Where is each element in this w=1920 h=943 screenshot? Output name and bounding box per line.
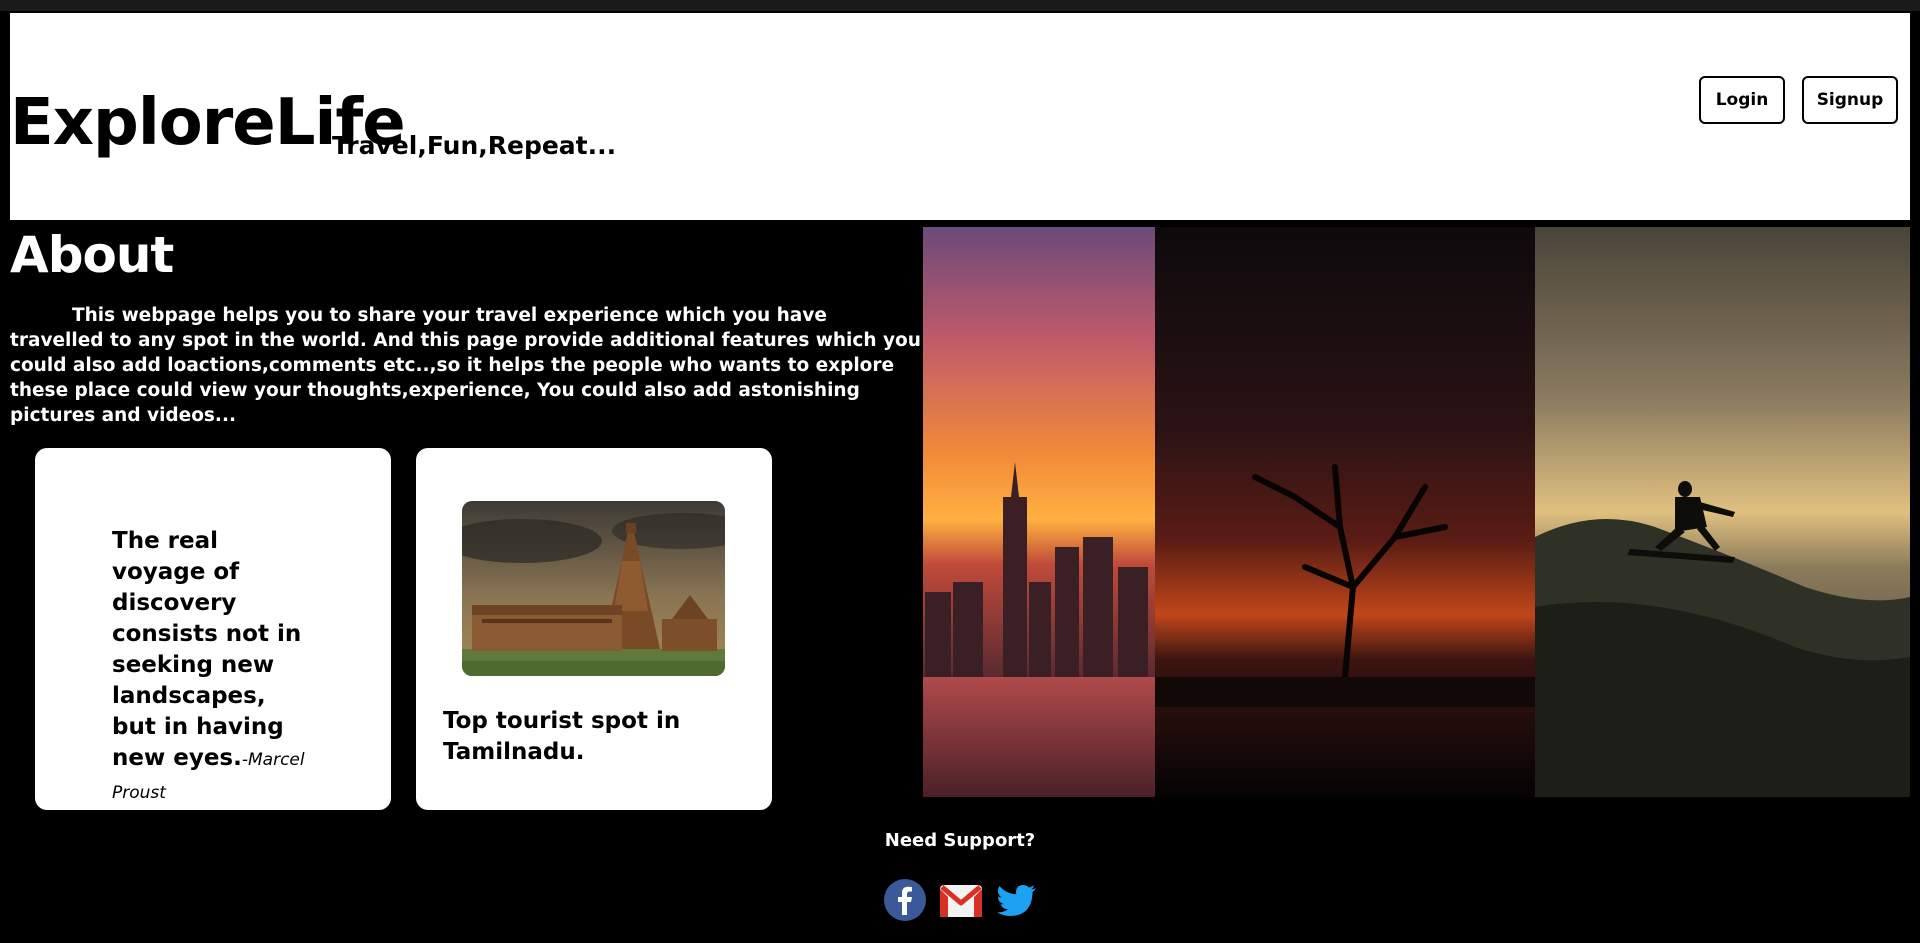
facebook-icon[interactable] — [882, 877, 928, 923]
site-header: ExploreLife Travel,Fun,Repeat... Login S… — [10, 13, 1910, 220]
support-heading: Need Support? — [884, 830, 1036, 851]
temple-image[interactable] — [462, 501, 725, 676]
quote-card: The real voyage of discovery consists no… — [35, 448, 391, 810]
tourist-spot-card[interactable]: Top tourist spot in Tamilnadu. — [416, 448, 772, 810]
signup-button[interactable]: Signup — [1802, 76, 1898, 124]
city-sunset-image — [923, 227, 1155, 797]
twitter-icon[interactable] — [994, 877, 1040, 923]
gmail-icon[interactable] — [938, 877, 984, 923]
social-links — [882, 877, 1042, 923]
about-description: This webpage helps you to share your tra… — [10, 305, 921, 426]
quote-body: The real voyage of discovery consists no… — [112, 528, 302, 771]
about-heading: About — [10, 226, 174, 284]
tourist-spot-caption[interactable]: Top tourist spot in Tamilnadu. — [443, 706, 743, 768]
dead-tree-sunset-image — [1155, 227, 1535, 797]
login-button[interactable]: Login — [1699, 76, 1785, 124]
browser-top-strip — [0, 0, 1920, 11]
photo-collage — [923, 227, 1910, 797]
quote-text: The real voyage of discovery consists no… — [112, 526, 317, 809]
surfer-wave-image — [1535, 227, 1910, 797]
site-tagline: Travel,Fun,Repeat... — [332, 131, 617, 160]
